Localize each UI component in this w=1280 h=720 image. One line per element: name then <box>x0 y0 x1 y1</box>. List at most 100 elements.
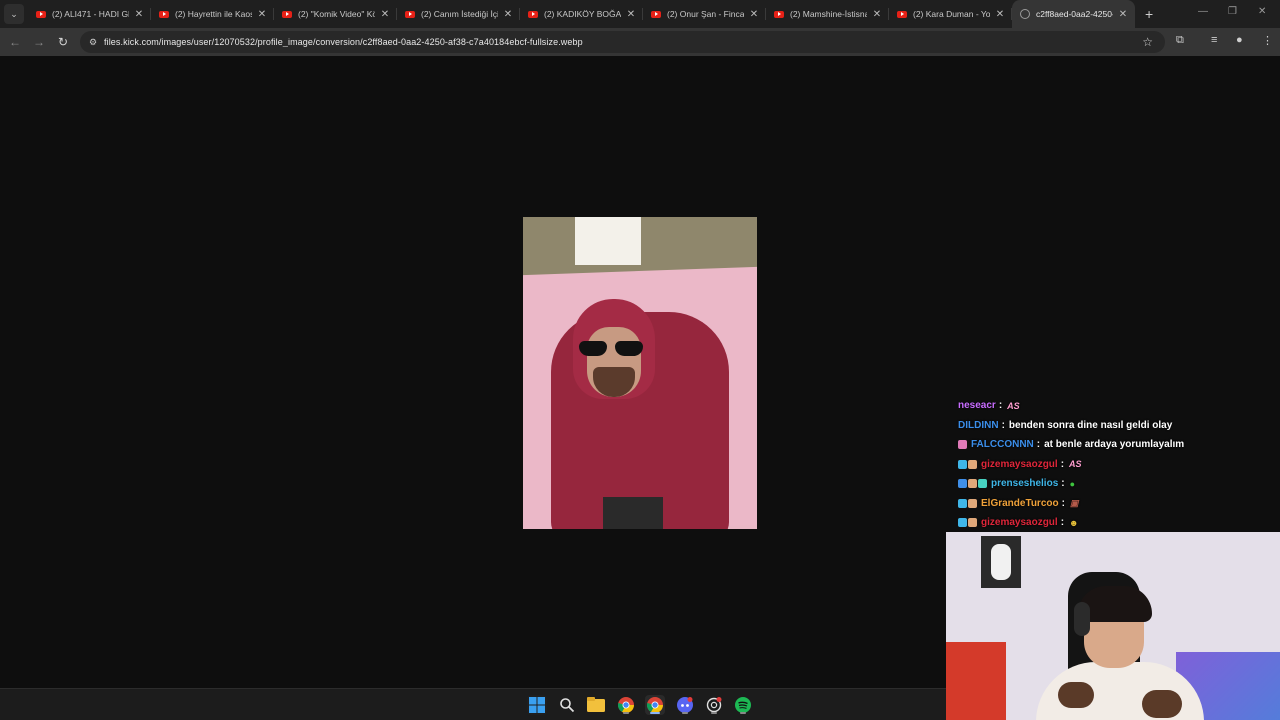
chat-emote: AS <box>1007 400 1020 411</box>
bookmark-star-icon[interactable]: ☆ <box>1142 35 1153 49</box>
user-badge-icon <box>968 498 977 508</box>
wall-poster <box>981 536 1021 588</box>
close-tab-icon[interactable]: ✕ <box>1117 9 1129 20</box>
chat-message: DILDINN: benden sonra dine nasıl geldi o… <box>958 419 1173 431</box>
user-badge-icon <box>958 479 967 489</box>
chat-badges <box>958 498 978 508</box>
chat-emote: ▣ <box>1069 498 1079 509</box>
chat-text: at benle ardaya yorumlayalım <box>1044 439 1185 451</box>
tab-title: (2) "Komik Video" Kö <box>298 9 375 19</box>
stream-chat-overlay: neseacr: AS DILDINN: benden sonra dine n… <box>958 396 1268 533</box>
youtube-icon <box>282 10 292 18</box>
tab-title: c2ff8aed-0aa2-4250- <box>1036 9 1113 19</box>
profile-avatar-icon[interactable]: ● <box>1236 34 1243 46</box>
close-tab-icon[interactable]: ✕ <box>994 9 1006 20</box>
arrow-right-icon: → <box>33 35 45 49</box>
chrome-profile-icon[interactable] <box>645 695 665 715</box>
tab-6[interactable]: (2) Mamshine-İstisna ✕ <box>766 0 889 28</box>
youtube-icon <box>528 10 538 18</box>
chat-badges <box>958 479 988 489</box>
chat-username: prenseshelios <box>991 478 1059 490</box>
close-tab-icon[interactable]: ✕ <box>748 9 760 20</box>
tab-4[interactable]: (2) KADIKÖY BOĞASI ✕ <box>520 0 643 28</box>
chat-badges <box>958 518 978 528</box>
reload-icon: ↻ <box>57 35 69 49</box>
close-tab-icon[interactable]: ✕ <box>871 9 883 20</box>
globe-icon <box>1020 9 1030 19</box>
tab-title: (2) ALI471 - HADI GE <box>52 9 129 19</box>
site-info-icon[interactable]: ⚙ <box>86 35 100 49</box>
user-badge-icon <box>958 459 967 469</box>
reload-button[interactable]: ↻ <box>51 30 75 54</box>
youtube-icon <box>159 10 169 18</box>
close-window-icon[interactable]: ✕ <box>1258 6 1266 17</box>
user-badge-icon <box>968 459 977 469</box>
maximize-icon[interactable]: ❐ <box>1228 6 1237 17</box>
chat-emote: ● <box>1069 478 1076 489</box>
forward-button[interactable]: → <box>27 30 51 54</box>
youtube-icon <box>651 10 661 18</box>
user-badge-icon <box>968 479 977 489</box>
close-tab-icon[interactable]: ✕ <box>625 9 637 20</box>
more-menu-icon[interactable]: ⋮ <box>1262 34 1273 47</box>
chat-badges <box>958 440 968 450</box>
sunglasses <box>579 341 643 357</box>
windows-start-icon[interactable] <box>527 695 547 715</box>
user-badge-icon <box>978 479 987 489</box>
discord-icon[interactable] <box>675 695 695 715</box>
chat-username: gizemaysaozgul <box>981 517 1058 529</box>
youtube-icon <box>897 10 907 18</box>
tab-8[interactable]: c2ff8aed-0aa2-4250- ✕ <box>1012 0 1135 28</box>
close-tab-icon[interactable]: ✕ <box>256 9 268 20</box>
chrome-icon[interactable] <box>616 695 636 715</box>
chat-username: FALCCONNN <box>971 439 1034 451</box>
tab-title: (2) Onur Şan - Fincan <box>667 9 744 19</box>
chat-text: benden sonra dine nasıl geldi olay <box>1008 419 1173 431</box>
tab-1[interactable]: (2) Hayrettin ile Kaos ✕ <box>151 0 274 28</box>
tab-7[interactable]: (2) Kara Duman - You ✕ <box>889 0 1012 28</box>
close-tab-icon[interactable]: ✕ <box>502 9 514 20</box>
tab-0[interactable]: (2) ALI471 - HADI GE ✕ <box>28 0 151 28</box>
close-tab-icon[interactable]: ✕ <box>379 9 391 20</box>
new-tab-button[interactable]: + <box>1145 6 1153 22</box>
profile-image[interactable] <box>523 217 757 529</box>
chat-username: neseacr <box>958 400 996 412</box>
back-button[interactable]: ← <box>3 30 27 54</box>
close-tab-icon[interactable]: ✕ <box>133 9 145 20</box>
tab-title: (2) Canım İstediği İçin <box>421 9 498 19</box>
extensions-icon[interactable]: ⧉ <box>1176 34 1184 47</box>
chat-username: DILDINN <box>958 419 999 431</box>
chat-badges <box>958 459 978 469</box>
spotify-icon[interactable] <box>733 695 753 715</box>
user-badge-icon <box>958 518 967 528</box>
headset <box>1074 602 1090 636</box>
youtube-icon <box>774 10 784 18</box>
file-explorer-icon[interactable] <box>586 695 606 715</box>
url-text[interactable]: files.kick.com/images/user/12070532/prof… <box>104 37 583 47</box>
tab-search-button[interactable]: ⌄ <box>4 4 24 24</box>
browser-toolbar: ← → ↻ ⚙ files.kick.com/images/user/12070… <box>0 28 1280 56</box>
media-control-icon[interactable]: ≡ <box>1211 34 1217 46</box>
tab-title: (2) Kara Duman - You <box>913 9 990 19</box>
user-badge-icon <box>968 518 977 528</box>
arrow-left-icon: ← <box>9 35 21 49</box>
chatgpt-icon[interactable] <box>704 695 724 715</box>
chat-message: gizemaysaozgul: AS <box>958 455 1268 475</box>
chat-emote: AS <box>1069 459 1082 470</box>
tab-title: (2) KADIKÖY BOĞASI <box>544 9 621 19</box>
chat-username: ElGrandeTurcoo <box>981 497 1059 509</box>
tab-5[interactable]: (2) Onur Şan - Fincan ✕ <box>643 0 766 28</box>
chat-emote: ☻ <box>1069 517 1079 528</box>
user-badge-icon <box>958 498 967 508</box>
tab-title: (2) Hayrettin ile Kaos <box>175 9 252 19</box>
tab-title: (2) Mamshine-İstisna <box>790 9 867 19</box>
search-icon[interactable] <box>557 695 577 715</box>
chat-message: FALCCONNN: at benle ardaya yorumlayalım <box>958 435 1268 455</box>
chat-message: gizemaysaozgul: ☻ <box>958 513 1268 533</box>
windows-taskbar <box>0 688 946 720</box>
chat-username: gizemaysaozgul <box>981 458 1058 470</box>
tab-3[interactable]: (2) Canım İstediği İçin ✕ <box>397 0 520 28</box>
minimize-icon[interactable]: — <box>1198 6 1208 17</box>
address-bar[interactable]: ⚙ files.kick.com/images/user/12070532/pr… <box>80 31 1165 53</box>
tab-2[interactable]: (2) "Komik Video" Kö ✕ <box>274 0 397 28</box>
